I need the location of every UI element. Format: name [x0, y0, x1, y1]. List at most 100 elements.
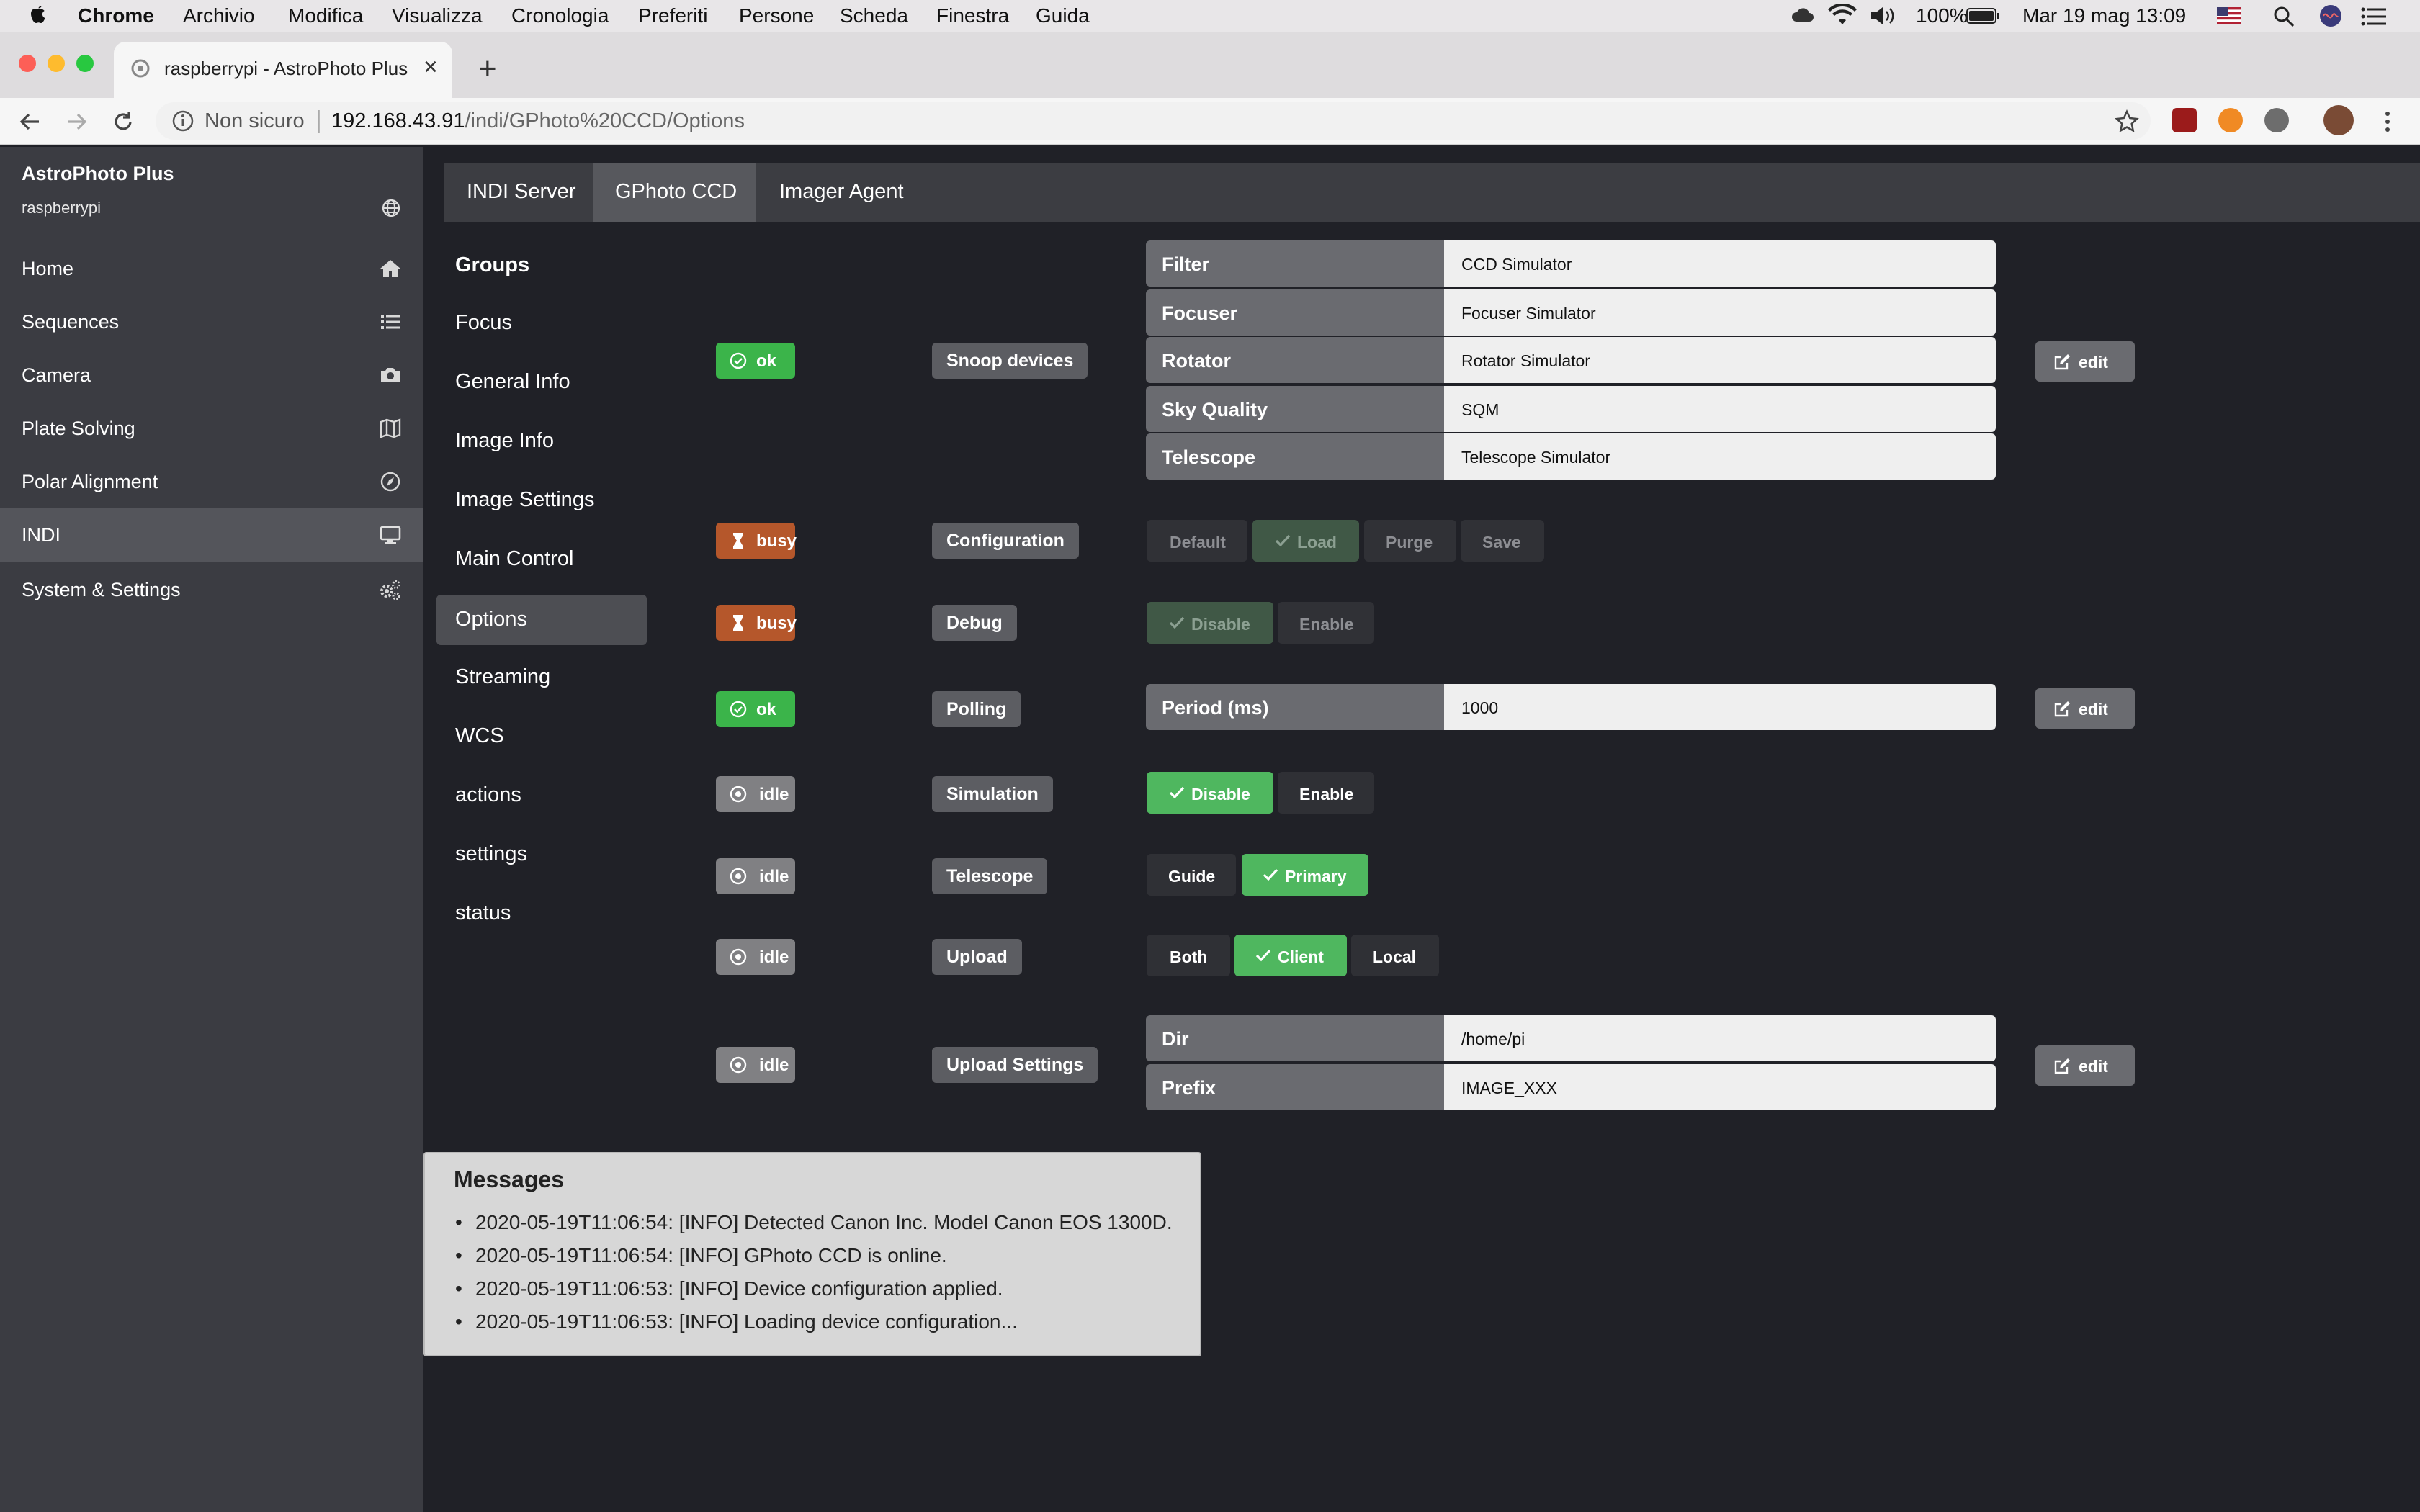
message-text: 2020-05-19T11:06:53: [INFO] Loading devi… — [475, 1310, 1018, 1333]
back-arrow-icon[interactable] — [17, 109, 42, 134]
field-value-input[interactable]: CCD Simulator — [1444, 240, 1996, 287]
tab-gphoto-ccd[interactable]: GPhoto CCD — [593, 163, 756, 222]
hourglass-icon — [733, 615, 743, 631]
cloud-icon[interactable] — [1791, 4, 1815, 27]
field-value: Rotator Simulator — [1461, 351, 1590, 370]
extension-icon[interactable] — [2264, 108, 2289, 132]
field-value-input[interactable]: Telescope Simulator — [1444, 433, 1996, 480]
field-value-input[interactable]: Rotator Simulator — [1444, 337, 1996, 383]
url-separator: | — [315, 107, 322, 134]
new-tab-button[interactable]: + — [478, 53, 497, 85]
edit-polling-button[interactable]: edit — [2035, 688, 2135, 729]
browser-tab-active[interactable]: raspberrypi - AstroPhoto Plus × — [114, 42, 452, 98]
config-load-button[interactable]: Load — [1252, 520, 1359, 562]
window-close-button[interactable] — [19, 55, 36, 72]
bookmark-star-icon[interactable] — [2115, 109, 2139, 134]
sidebar-item-camera[interactable]: Camera — [0, 348, 424, 402]
telescope-primary-button[interactable]: Primary — [1242, 854, 1368, 896]
field-value-input[interactable]: SQM — [1444, 386, 1996, 432]
message-text: 2020-05-19T11:06:54: [INFO] Detected Can… — [475, 1211, 1173, 1233]
edit-upload-settings-button[interactable]: edit — [2035, 1045, 2135, 1086]
group-main-control[interactable]: Main Control — [436, 534, 647, 585]
forward-arrow-icon[interactable] — [65, 109, 89, 134]
group-focus[interactable]: Focus — [436, 298, 647, 348]
menu-persone[interactable]: Persone — [739, 4, 814, 27]
sidebar-item-home[interactable]: Home — [0, 242, 424, 295]
config-default-button[interactable]: Default — [1147, 520, 1247, 562]
menu-cronologia[interactable]: Cronologia — [511, 4, 609, 27]
wifi-icon[interactable] — [1828, 4, 1857, 27]
field-value-input[interactable]: IMAGE_XXX — [1444, 1064, 1996, 1110]
telescope-guide-button[interactable]: Guide — [1147, 854, 1236, 896]
group-streaming[interactable]: Streaming — [436, 652, 647, 703]
window-zoom-button[interactable] — [76, 55, 94, 72]
menu-scheda[interactable]: Scheda — [840, 4, 908, 27]
fire-extension-icon[interactable] — [2218, 108, 2243, 132]
browser-toolbar: Non sicuro | 192.168.43.91/indi/GPhoto%2… — [0, 98, 2420, 145]
config-save-button[interactable]: Save — [1461, 520, 1544, 562]
upload-local-button[interactable]: Local — [1351, 935, 1439, 976]
upload-client-button[interactable]: Client — [1234, 935, 1347, 976]
menu-guida[interactable]: Guida — [1036, 4, 1090, 27]
debug-enable-button[interactable]: Enable — [1278, 602, 1374, 644]
battery-icon[interactable] — [1966, 7, 2001, 24]
ublock-extension-icon[interactable] — [2172, 108, 2197, 132]
menu-app-chrome[interactable]: Chrome — [78, 4, 154, 27]
menu-archivio[interactable]: Archivio — [183, 4, 255, 27]
apple-icon[interactable] — [29, 4, 48, 26]
group-image-settings[interactable]: Image Settings — [436, 475, 647, 526]
sidebar-item-plate-solving[interactable]: Plate Solving — [0, 402, 424, 455]
switch-label: Both — [1170, 948, 1208, 966]
us-flag-icon[interactable] — [2217, 7, 2241, 24]
sidebar-item-label: Home — [22, 258, 74, 279]
siri-icon[interactable] — [2319, 4, 2342, 27]
edit-snoop-devices-button[interactable]: edit — [2035, 341, 2135, 382]
sidebar-item-label: INDI — [22, 524, 60, 546]
group-options[interactable]: Options — [436, 595, 647, 645]
sidebar-item-system-settings[interactable]: System & Settings — [0, 563, 424, 616]
debug-disable-button[interactable]: Disable — [1147, 602, 1273, 644]
globe-icon[interactable] — [382, 199, 400, 217]
spotlight-search-icon[interactable] — [2273, 6, 2295, 27]
window-minimize-button[interactable] — [48, 55, 65, 72]
chrome-menu-icon[interactable] — [2381, 109, 2394, 134]
edit-icon — [2054, 354, 2070, 370]
tab-imager-agent[interactable]: Imager Agent — [756, 163, 932, 222]
volume-icon[interactable] — [1870, 6, 1901, 26]
upload-both-button[interactable]: Both — [1147, 935, 1230, 976]
sidebar-item-indi[interactable]: INDI — [0, 508, 424, 562]
menu-preferiti[interactable]: Preferiti — [638, 4, 707, 27]
sidebar-item-polar-alignment[interactable]: Polar Alignment — [0, 455, 424, 508]
config-purge-button[interactable]: Purge — [1364, 520, 1456, 562]
notification-center-icon[interactable] — [2361, 7, 2387, 26]
tab-close-icon[interactable]: × — [424, 53, 438, 81]
url-text[interactable]: 192.168.43.91/indi/GPhoto%20CCD/Options — [331, 109, 745, 133]
group-settings[interactable]: settings — [436, 829, 647, 880]
menubar-clock[interactable]: Mar 19 mag 13:09 — [2022, 4, 2186, 27]
group-wcs[interactable]: WCS — [436, 711, 647, 762]
menu-finestra[interactable]: Finestra — [936, 4, 1009, 27]
menu-modifica[interactable]: Modifica — [288, 4, 363, 27]
switch-label: Default — [1170, 533, 1226, 552]
group-image-info[interactable]: Image Info — [436, 416, 647, 467]
address-bar[interactable]: Non sicuro | 192.168.43.91/indi/GPhoto%2… — [156, 102, 2151, 140]
tab-indi-server[interactable]: INDI Server — [444, 163, 593, 222]
simulation-disable-button[interactable]: Disable — [1147, 772, 1273, 814]
reload-icon[interactable] — [111, 109, 135, 134]
field-value-input[interactable]: Focuser Simulator — [1444, 289, 1996, 336]
profile-avatar[interactable] — [2323, 105, 2354, 135]
group-general-info[interactable]: General Info — [436, 357, 647, 408]
info-icon[interactable] — [171, 109, 194, 132]
sidebar-item-sequences[interactable]: Sequences — [0, 295, 424, 348]
group-actions[interactable]: actions — [436, 770, 647, 821]
field-value-input[interactable]: /home/pi — [1444, 1015, 1996, 1061]
field-value-input[interactable]: 1000 — [1444, 684, 1996, 730]
group-status[interactable]: status — [436, 888, 647, 939]
device-tabs: INDI Server GPhoto CCD Imager Agent — [444, 163, 2420, 222]
simulation-enable-button[interactable]: Enable — [1278, 772, 1374, 814]
field-label: Filter — [1146, 240, 1444, 287]
sidebar-item-label: Camera — [22, 364, 91, 386]
app-title[interactable]: AstroPhoto Plus — [22, 163, 174, 185]
menu-visualizza[interactable]: Visualizza — [392, 4, 483, 27]
group-label: Focus — [455, 311, 512, 334]
